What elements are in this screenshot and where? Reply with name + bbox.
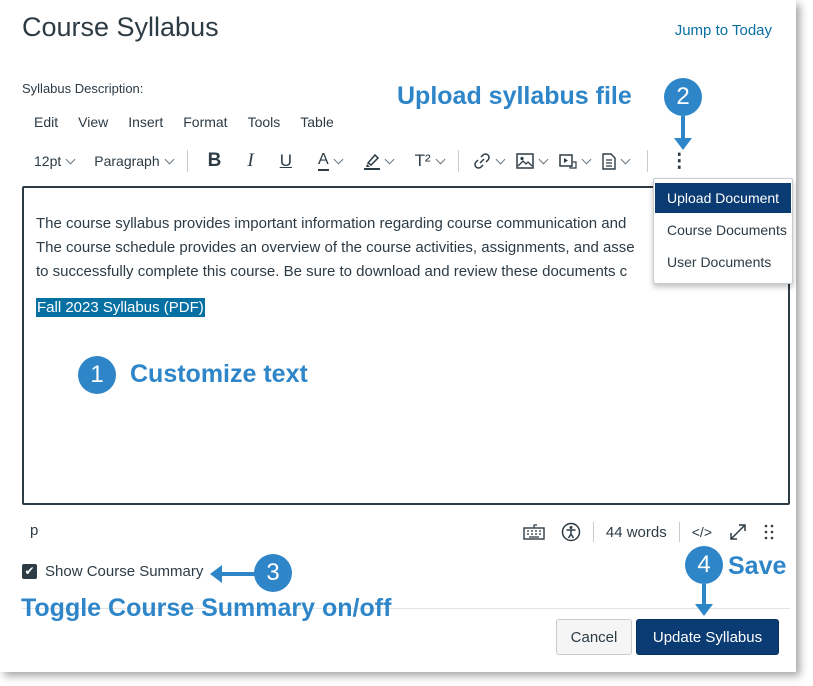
html-editor-toggle[interactable]: </> — [692, 524, 712, 540]
superscript-button[interactable]: T² — [409, 146, 450, 176]
annotation-badge-2: 2 — [664, 78, 702, 116]
block-format-value: Paragraph — [94, 153, 160, 169]
syllabus-pdf-link[interactable]: Fall 2023 Syllabus (PDF) — [35, 297, 206, 318]
media-button[interactable] — [553, 146, 596, 176]
annotation-badge-1: 1 — [78, 356, 116, 394]
toolbar-divider — [186, 150, 188, 172]
menu-view[interactable]: View — [68, 114, 118, 130]
menu-item-upload-document[interactable]: Upload Document — [655, 183, 791, 213]
annotation-customize-text: Customize text — [130, 360, 308, 388]
menu-format[interactable]: Format — [173, 114, 237, 130]
toolbar-divider — [646, 150, 648, 172]
fullscreen-button[interactable] — [728, 522, 748, 542]
more-options-button[interactable]: ⋮ — [664, 146, 695, 176]
text-color-icon: A — [317, 151, 329, 171]
annotation-arrow-3 — [210, 565, 258, 583]
menu-edit[interactable]: Edit — [24, 114, 68, 130]
cancel-button[interactable]: Cancel — [556, 619, 632, 655]
word-count: 44 words — [605, 523, 667, 541]
chevron-down-icon — [620, 154, 631, 164]
highlighter-icon — [363, 153, 380, 170]
underline-icon: U — [279, 151, 292, 170]
chevron-down-icon — [384, 154, 395, 164]
keyboard-icon — [523, 524, 545, 540]
italic-icon: I — [247, 150, 254, 171]
menu-table[interactable]: Table — [290, 114, 343, 130]
chevron-down-icon — [65, 154, 76, 164]
document-button[interactable] — [596, 146, 635, 176]
block-format-select[interactable]: Paragraph — [88, 146, 178, 176]
annotation-toggle-course-summary: Toggle Course Summary on/off — [21, 594, 392, 622]
link-button[interactable] — [467, 146, 510, 176]
bold-button[interactable]: B — [202, 146, 228, 176]
keyboard-shortcuts-button[interactable] — [523, 524, 545, 540]
resize-handle[interactable] — [764, 523, 774, 541]
toolbar-divider — [457, 150, 459, 172]
document-icon — [602, 152, 616, 170]
annotation-save: Save — [728, 552, 787, 580]
status-divider — [592, 522, 594, 542]
syllabus-description-label: Syllabus Description: — [22, 81, 144, 96]
annotation-badge-3: 3 — [254, 554, 292, 592]
jump-to-today-link[interactable]: Jump to Today — [675, 22, 772, 39]
page-title: Course Syllabus — [22, 12, 219, 42]
expand-icon — [730, 524, 746, 540]
status-divider — [678, 522, 680, 542]
chevron-down-icon — [538, 154, 549, 164]
editor-status-bar: p 44 words </> — [22, 518, 792, 546]
link-icon — [473, 153, 490, 169]
annotation-arrow-4 — [695, 584, 713, 616]
show-course-summary-checkbox[interactable]: ✔ — [22, 564, 37, 579]
menu-tools[interactable]: Tools — [238, 114, 291, 130]
more-vertical-icon: ⋮ — [669, 150, 689, 172]
image-button[interactable] — [510, 146, 553, 176]
editor-menubar: Edit View Insert Format Tools Table — [24, 114, 344, 130]
show-course-summary-label: Show Course Summary — [45, 563, 204, 580]
annotation-arrow-2 — [674, 116, 692, 150]
chevron-down-icon — [581, 154, 592, 164]
superscript-icon: T² — [414, 151, 431, 170]
media-icon — [558, 154, 577, 169]
syllabus-edit-page: Course Syllabus Jump to Today Syllabus D… — [0, 0, 796, 672]
drag-handle-icon — [764, 524, 774, 540]
menu-insert[interactable]: Insert — [118, 114, 173, 130]
update-syllabus-button[interactable]: Update Syllabus — [636, 619, 779, 655]
annotation-badge-4: 4 — [685, 546, 723, 584]
annotation-upload-syllabus-file: Upload syllabus file — [397, 82, 632, 110]
italic-button[interactable]: I — [241, 146, 259, 176]
image-icon — [515, 153, 534, 169]
element-path: p — [30, 522, 39, 539]
chevron-down-icon — [435, 154, 446, 164]
accessibility-checker-button[interactable] — [561, 522, 581, 542]
editor-toolbar: 12pt Paragraph B I U A T² ⋮ — [28, 146, 788, 176]
show-course-summary-option[interactable]: ✔ Show Course Summary — [22, 563, 203, 580]
menu-item-course-documents[interactable]: Course Documents — [655, 215, 791, 245]
menu-item-user-documents[interactable]: User Documents — [655, 247, 791, 277]
bold-icon: B — [207, 150, 222, 171]
chevron-down-icon — [333, 154, 344, 164]
accessibility-icon — [561, 522, 581, 542]
underline-button[interactable]: U — [274, 146, 298, 176]
document-dropdown-menu: Upload Document Course Documents User Do… — [653, 178, 793, 284]
chevron-down-icon — [495, 154, 506, 164]
font-size-select[interactable]: 12pt — [28, 146, 80, 176]
chevron-down-icon — [164, 154, 175, 164]
text-color-button[interactable]: A — [312, 146, 348, 176]
font-size-value: 12pt — [34, 153, 62, 169]
highlight-color-button[interactable] — [358, 146, 399, 176]
